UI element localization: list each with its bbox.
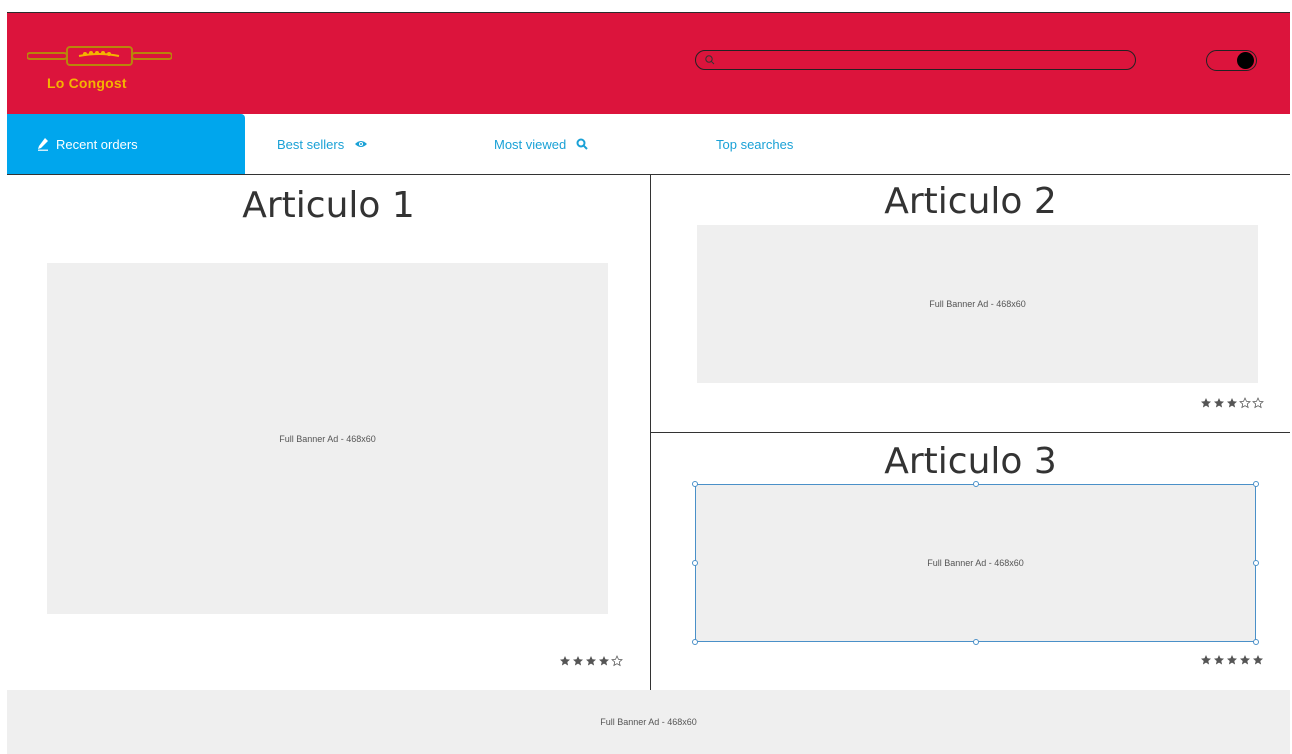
article-title: Articulo 3	[884, 441, 1057, 482]
star-filled-icon[interactable]	[559, 654, 571, 666]
toggle-knob	[1237, 52, 1254, 69]
article-title: Articulo 2	[884, 181, 1057, 222]
tab-label: Best sellers	[277, 136, 345, 152]
resize-handle[interactable]	[692, 560, 698, 566]
search-bar[interactable]	[695, 50, 1136, 71]
ad-label: Full Banner Ad - 468x60	[600, 717, 697, 727]
page-canvas: Lo Congost Recent orders Best sellers Mo…	[7, 12, 1290, 754]
resize-handle[interactable]	[1253, 481, 1259, 487]
star-filled-icon[interactable]	[1226, 396, 1238, 408]
star-filled-icon[interactable]	[585, 654, 597, 666]
search-icon	[576, 138, 588, 150]
star-rating[interactable]	[559, 654, 623, 667]
eye-icon	[354, 139, 368, 149]
tab-label: Top searches	[716, 136, 794, 152]
article-card-2[interactable]: Articulo 2 Full Banner Ad - 468x60	[651, 175, 1290, 433]
tab-bar: Recent orders Best sellers Most viewed T…	[7, 114, 1290, 175]
tab-label: Recent orders	[56, 136, 138, 152]
star-filled-icon[interactable]	[598, 654, 610, 666]
resize-handle[interactable]	[973, 481, 979, 487]
tab-most-viewed[interactable]: Most viewed	[494, 114, 588, 174]
star-filled-icon[interactable]	[1252, 653, 1264, 665]
resize-handle[interactable]	[973, 639, 979, 645]
brand-name: Lo Congost	[47, 75, 127, 91]
star-rating[interactable]	[1200, 653, 1264, 665]
star-rating[interactable]	[1200, 396, 1264, 409]
star-filled-icon[interactable]	[1239, 653, 1251, 665]
header-bar: Lo Congost	[7, 12, 1290, 114]
toggle-switch[interactable]	[1206, 50, 1257, 71]
search-input[interactable]	[718, 51, 1122, 71]
article-title: Articulo 1	[242, 185, 415, 226]
banner-ad-selected[interactable]: Full Banner Ad - 468x60	[692, 481, 1259, 645]
resize-handle[interactable]	[692, 639, 698, 645]
article-card-1[interactable]: Articulo 1 Full Banner Ad - 468x60	[7, 175, 651, 690]
star-filled-icon[interactable]	[1213, 653, 1225, 665]
resize-handle[interactable]	[1253, 639, 1259, 645]
resize-handle[interactable]	[692, 481, 698, 487]
tab-label: Most viewed	[494, 136, 567, 152]
banner-ad[interactable]: Full Banner Ad - 468x60	[47, 263, 608, 614]
star-filled-icon[interactable]	[1226, 653, 1238, 665]
resize-handle[interactable]	[1253, 560, 1259, 566]
tab-recent-orders[interactable]: Recent orders	[7, 114, 245, 174]
star-filled-icon[interactable]	[1213, 396, 1225, 408]
ad-label: Full Banner Ad - 468x60	[279, 433, 376, 444]
star-empty-icon[interactable]	[1239, 396, 1251, 409]
star-empty-icon[interactable]	[611, 654, 623, 667]
star-filled-icon[interactable]	[1200, 653, 1212, 665]
article-card-3[interactable]: Articulo 3 Full Banner Ad - 468x60	[651, 433, 1290, 690]
star-empty-icon[interactable]	[1252, 396, 1264, 409]
ad-label: Full Banner Ad - 468x60	[929, 299, 1026, 309]
search-icon	[705, 55, 715, 65]
tab-top-searches[interactable]: Top searches	[716, 114, 793, 174]
banner-ad[interactable]: Full Banner Ad - 468x60	[697, 225, 1258, 383]
star-filled-icon[interactable]	[1200, 396, 1212, 408]
tab-best-sellers[interactable]: Best sellers	[277, 114, 368, 174]
pen-icon	[37, 137, 49, 151]
ad-label: Full Banner Ad - 468x60	[927, 558, 1024, 568]
star-filled-icon[interactable]	[572, 654, 584, 666]
footer-banner-ad[interactable]: Full Banner Ad - 468x60	[7, 690, 1290, 754]
